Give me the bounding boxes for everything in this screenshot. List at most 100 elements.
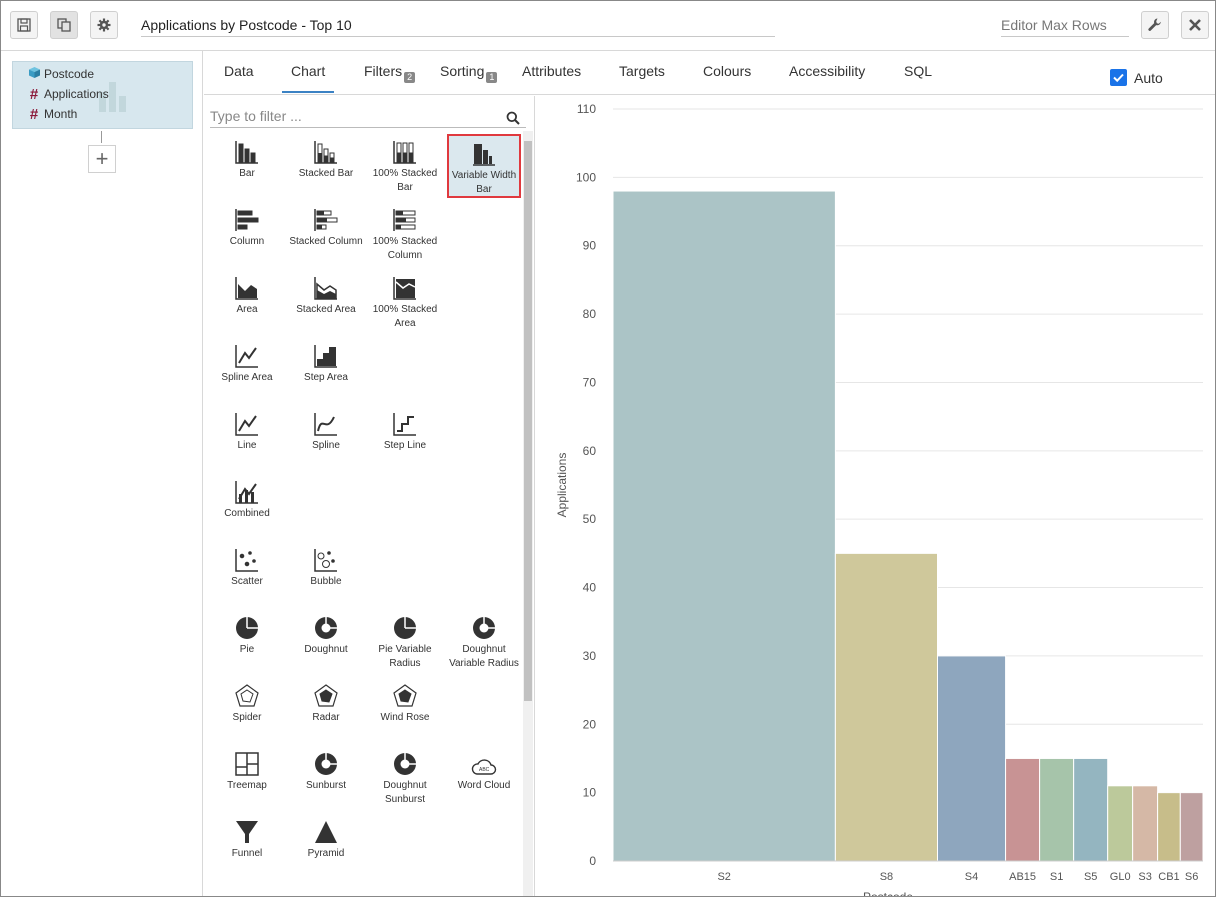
chart-type-step-area[interactable]: Step Area bbox=[289, 338, 363, 402]
chart-type-stacked-bar[interactable]: Stacked Bar bbox=[289, 134, 363, 198]
chart-type-column[interactable]: Column bbox=[210, 202, 284, 266]
hash-icon: # bbox=[29, 85, 39, 103]
chart-type-label: Treemap bbox=[227, 780, 267, 791]
field-month[interactable]: # Month bbox=[27, 104, 78, 124]
y-axis-title: Applications bbox=[555, 453, 569, 518]
editor-max-rows-input[interactable]: Editor Max Rows bbox=[1001, 13, 1129, 37]
tab-sql[interactable]: SQL bbox=[904, 63, 932, 93]
chart-type-label: Spider bbox=[232, 712, 262, 723]
chart-preview: 0 10 20 30 40 50 60 70 80 90 100 110 S2 S8 S4 AB15 S1 S5 G… bbox=[536, 96, 1215, 896]
bar bbox=[1157, 792, 1181, 862]
radar-chart-icon bbox=[289, 678, 363, 708]
field-applications[interactable]: # Applications bbox=[27, 84, 109, 104]
sorting-count-badge: 1 bbox=[486, 72, 498, 83]
chart-type-word-cloud[interactable]: ABC Word Cloud bbox=[447, 746, 521, 810]
chart-type-100pct-stacked-column[interactable]: 100% Stacked Column bbox=[368, 202, 442, 266]
chart-type-treemap[interactable]: Treemap bbox=[210, 746, 284, 810]
chart-type-label: Spline bbox=[312, 440, 340, 451]
chart-type-label: Column bbox=[229, 236, 265, 247]
chart-type-wind-rose[interactable]: Wind Rose bbox=[368, 678, 442, 742]
bar bbox=[1005, 757, 1041, 862]
chart-type-doughnut-variable-radius[interactable]: Doughnut Variable Radius bbox=[447, 610, 521, 674]
auto-label: Auto bbox=[1134, 69, 1163, 86]
report-title-input[interactable]: Applications by Postcode - Top 10 bbox=[141, 13, 775, 37]
chart-type-stacked-column[interactable]: Stacked Column bbox=[289, 202, 363, 266]
y-tick-label: 10 bbox=[583, 786, 597, 800]
copy-icon bbox=[57, 18, 71, 32]
x-tick-label: GL0 bbox=[1110, 871, 1131, 883]
tab-targets[interactable]: Targets bbox=[619, 63, 665, 93]
chart-type-100pct-stacked-bar[interactable]: 100% Stacked Bar bbox=[368, 134, 442, 198]
tab-label: Accessibility bbox=[789, 63, 866, 79]
tools-button[interactable] bbox=[1141, 11, 1169, 39]
stacked-bar-chart-icon bbox=[289, 134, 363, 164]
chart-type-label: Area bbox=[236, 304, 258, 315]
chart-type-doughnut-sunburst[interactable]: Doughnut Sunburst bbox=[368, 746, 442, 810]
tab-filters[interactable]: Filters 2 bbox=[364, 63, 416, 93]
auto-checkbox[interactable] bbox=[1110, 69, 1127, 86]
chart-type-panel: Type to filter ... Bar Stacked Bar 100% St… bbox=[204, 96, 535, 896]
duplicate-button[interactable] bbox=[50, 11, 78, 39]
tab-attributes[interactable]: Attributes bbox=[522, 63, 581, 93]
chart-type-radar[interactable]: Radar bbox=[289, 678, 363, 742]
tab-chart[interactable]: Chart bbox=[282, 63, 335, 93]
field-postcode[interactable]: Postcode bbox=[27, 64, 94, 84]
x-tick-label: S8 bbox=[880, 871, 893, 883]
chart-type-pie-variable-radius[interactable]: Pie Variable Radius bbox=[368, 610, 442, 674]
chart-type-pie[interactable]: Pie bbox=[210, 610, 284, 674]
y-tick-label: 80 bbox=[583, 307, 597, 321]
chart-type-100pct-stacked-area[interactable]: 100% Stacked Area bbox=[368, 270, 442, 334]
chart-type-label: Sunburst bbox=[305, 780, 347, 791]
chart-type-bar[interactable]: Bar bbox=[210, 134, 284, 198]
chart-type-label: Wind Rose bbox=[380, 712, 430, 723]
auto-toggle[interactable]: Auto bbox=[1110, 69, 1163, 86]
tab-sorting[interactable]: Sorting 1 bbox=[440, 63, 498, 93]
chart-type-spline[interactable]: Spline bbox=[289, 406, 363, 470]
chart-type-stacked-area[interactable]: Stacked Area bbox=[289, 270, 363, 334]
chart-type-variable-width-bar[interactable]: Variable Width Bar bbox=[447, 134, 521, 198]
hash-icon: # bbox=[29, 105, 39, 123]
chart-type-bubble[interactable]: Bubble bbox=[289, 542, 363, 606]
chart-type-label: Pyramid bbox=[307, 848, 345, 859]
tab-colours[interactable]: Colours bbox=[703, 63, 751, 93]
x-tick-label: AB15 bbox=[1009, 871, 1036, 883]
add-field-button[interactable]: + bbox=[88, 145, 116, 173]
chart-type-funnel[interactable]: Funnel bbox=[210, 814, 284, 878]
tab-label: Chart bbox=[291, 63, 326, 79]
chart-type-label: Doughnut Sunburst bbox=[383, 780, 427, 805]
search-icon[interactable] bbox=[506, 108, 520, 132]
chart-type-label: Step Line bbox=[383, 440, 427, 451]
close-icon bbox=[1189, 19, 1201, 31]
tab-label: Data bbox=[224, 63, 254, 79]
chart-type-label: Spline Area bbox=[221, 372, 273, 383]
close-button[interactable] bbox=[1181, 11, 1209, 39]
y-tick-label: 50 bbox=[583, 512, 597, 526]
fields-list[interactable]: Postcode # Applications # Month bbox=[12, 61, 193, 129]
chart-type-line[interactable]: Line bbox=[210, 406, 284, 470]
y-tick-label: 110 bbox=[577, 102, 596, 116]
stacked-area-chart-icon bbox=[289, 270, 363, 300]
tab-accessibility[interactable]: Accessibility bbox=[789, 63, 865, 93]
settings-button[interactable] bbox=[90, 11, 118, 39]
x-tick-label: S5 bbox=[1084, 871, 1097, 883]
tab-label: Targets bbox=[619, 63, 665, 79]
chart-type-filter-input[interactable]: Type to filter ... bbox=[210, 104, 526, 128]
chart-type-area[interactable]: Area bbox=[210, 270, 284, 334]
chart-type-combined[interactable]: Combined bbox=[210, 474, 284, 538]
chart-type-label: Radar bbox=[312, 712, 340, 723]
tab-data[interactable]: Data bbox=[224, 63, 254, 93]
chart-type-scatter[interactable]: Scatter bbox=[210, 542, 284, 606]
chart-type-spline-area[interactable]: Spline Area bbox=[210, 338, 284, 402]
cube-icon bbox=[27, 66, 41, 82]
chart-type-step-line[interactable]: Step Line bbox=[368, 406, 442, 470]
chart-type-label: Bar bbox=[239, 168, 255, 179]
chart-type-label: Step Area bbox=[304, 372, 348, 383]
chart-types-scroll-thumb[interactable] bbox=[524, 141, 532, 701]
wrench-icon bbox=[1148, 18, 1161, 31]
chart-type-sunburst[interactable]: Sunburst bbox=[289, 746, 363, 810]
chart-type-doughnut[interactable]: Doughnut bbox=[289, 610, 363, 674]
chart-type-pyramid[interactable]: Pyramid bbox=[289, 814, 363, 878]
save-button[interactable] bbox=[10, 11, 38, 39]
chart-type-spider[interactable]: Spider bbox=[210, 678, 284, 742]
y-tick-label: 70 bbox=[583, 375, 597, 389]
